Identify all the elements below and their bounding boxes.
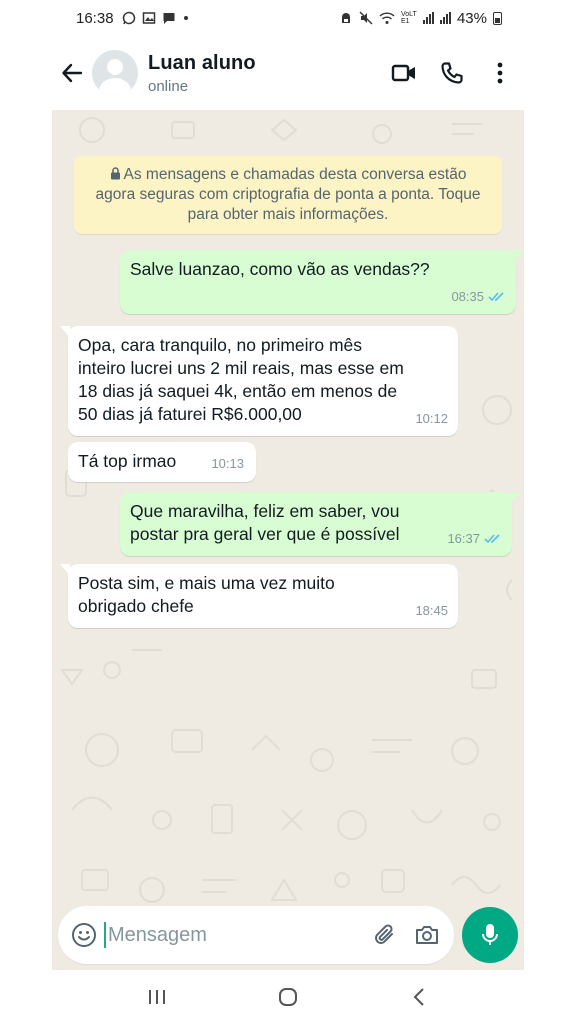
- status-time: 16:38: [76, 9, 114, 27]
- message-meta: 18:45: [415, 599, 448, 622]
- message-meta: 10:12: [415, 407, 448, 430]
- gallery-notification-icon: [142, 12, 155, 24]
- message-text: Opa, cara tranquilo, no primeiro mês int…: [78, 335, 404, 424]
- network-label: VoLTE1: [400, 11, 417, 25]
- microphone-icon: [482, 924, 498, 945]
- message-text: Que maravilha, feliz em saber, vou posta…: [130, 501, 400, 544]
- message-meta: 10:13: [211, 452, 244, 475]
- message-time: 10:13: [211, 456, 244, 471]
- more-options-button[interactable]: [486, 59, 514, 87]
- message-bubble-outgoing[interactable]: Salve luanzao, como vão as vendas?? 08:3…: [120, 250, 524, 314]
- read-ticks-icon: [488, 292, 504, 302]
- message-notification-icon: [163, 13, 175, 24]
- system-status: VoLTE1 43%: [339, 10, 502, 27]
- bubble-tail: [60, 564, 70, 576]
- contact-status: online: [148, 77, 189, 95]
- paperclip-icon: [375, 924, 393, 944]
- text-caret: [104, 922, 106, 948]
- encryption-notice[interactable]: As mensagens e chamadas desta conversa e…: [74, 156, 502, 234]
- chat-area[interactable]: As mensagens e chamadas desta conversa e…: [52, 110, 524, 970]
- more-vertical-icon: [497, 62, 503, 84]
- message-bubble-incoming[interactable]: Opa, cara tranquilo, no primeiro mês int…: [60, 326, 458, 436]
- voice-call-button[interactable]: [438, 59, 466, 87]
- input-bar: Mensagem: [52, 900, 524, 970]
- wifi-icon: [379, 12, 395, 24]
- phone-icon: [441, 62, 463, 84]
- signal-icon: [422, 12, 434, 24]
- system-back-button[interactable]: [399, 977, 439, 1017]
- camera-icon: [416, 926, 438, 944]
- message-text: Salve luanzao, como vão as vendas??: [130, 259, 430, 279]
- contact-info[interactable]: Luan aluno online: [148, 52, 256, 95]
- avatar-body: [99, 78, 131, 96]
- battery-icon: [493, 11, 502, 25]
- lock-icon: [110, 167, 120, 180]
- recent-apps-icon: [149, 990, 166, 1004]
- message-time: 08:35: [451, 289, 484, 304]
- voice-message-button[interactable]: [462, 907, 518, 963]
- mute-icon: [359, 11, 373, 25]
- chevron-left-icon: [413, 988, 424, 1006]
- read-ticks-icon: [484, 534, 500, 544]
- header-actions: [390, 59, 514, 87]
- message-meta: 08:35: [451, 285, 506, 308]
- message-meta: 16:37: [447, 527, 502, 550]
- more-notifications-dot: [183, 16, 188, 20]
- status-bar: 16:38 VoLTE1 43%: [52, 0, 524, 36]
- message-bubble-outgoing[interactable]: Que maravilha, feliz em saber, vou posta…: [120, 492, 520, 556]
- home-icon: [278, 988, 297, 1006]
- phone-screen: 16:38 VoLTE1 43% Luan aluno online As me…: [52, 0, 524, 1024]
- notification-icons: [122, 11, 188, 25]
- emoji-icon: [72, 923, 96, 947]
- contact-name: Luan aluno: [148, 51, 256, 74]
- message-bubble-incoming[interactable]: Tá top irmao 10:13: [68, 442, 256, 482]
- video-camera-icon: [391, 64, 415, 82]
- back-button[interactable]: [58, 59, 86, 87]
- message-text: Posta sim, e mais uma vez muito obrigado…: [78, 573, 335, 616]
- emoji-button[interactable]: [70, 921, 98, 949]
- message-time: 10:12: [415, 411, 448, 426]
- message-input[interactable]: Mensagem: [104, 922, 356, 948]
- arrow-left-icon: [62, 63, 83, 83]
- bubble-tail: [514, 250, 524, 262]
- attach-button[interactable]: [370, 920, 400, 950]
- message-time: 16:37: [447, 531, 480, 546]
- message-bubble-incoming[interactable]: Posta sim, e mais uma vez muito obrigado…: [60, 564, 458, 628]
- message-composer: Mensagem: [58, 906, 454, 964]
- camera-button[interactable]: [412, 920, 442, 950]
- avatar[interactable]: [92, 50, 138, 96]
- whatsapp-notification-icon: [122, 11, 135, 25]
- video-call-button[interactable]: [390, 59, 418, 87]
- alarm-icon: [341, 13, 350, 23]
- bubble-tail: [510, 492, 520, 504]
- chat-header: Luan aluno online: [52, 36, 524, 110]
- home-button[interactable]: [268, 977, 308, 1017]
- recent-apps-button[interactable]: [137, 977, 177, 1017]
- battery-percent: 43%: [456, 9, 487, 27]
- system-navigation-bar: [52, 970, 524, 1024]
- encryption-notice-text: As mensagens e chamadas desta conversa e…: [95, 166, 481, 223]
- bubble-tail: [60, 326, 70, 338]
- message-input-placeholder: Mensagem: [108, 923, 207, 946]
- avatar-head: [107, 59, 123, 75]
- message-time: 18:45: [415, 603, 448, 618]
- signal-icon-2: [439, 12, 451, 24]
